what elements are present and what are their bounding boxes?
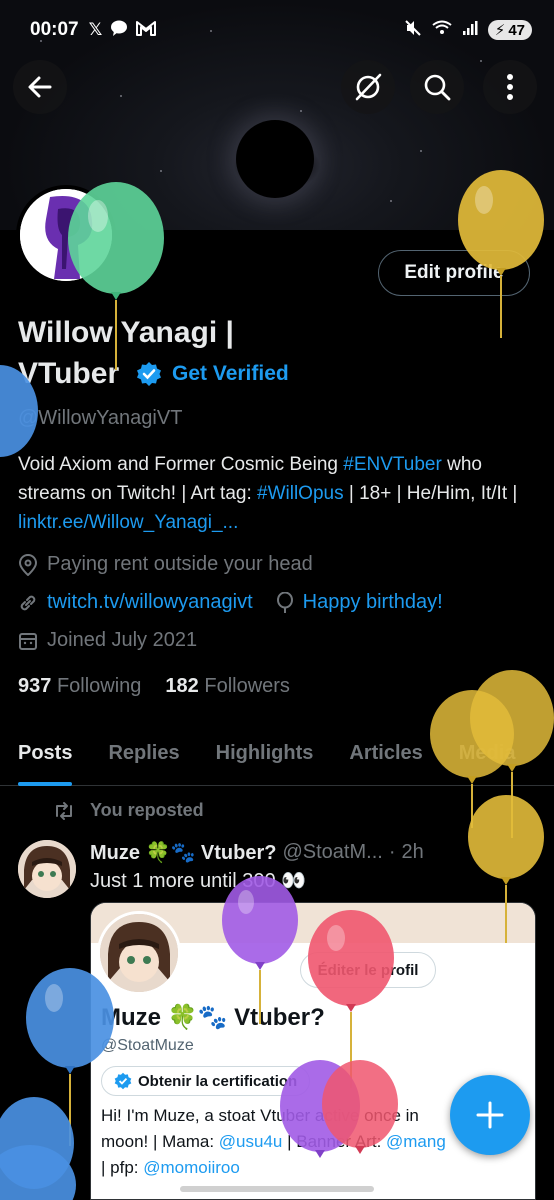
post-header: Muze 🍀🐾 Vtuber? @StoatM... · 2h [90, 840, 530, 865]
tab-media[interactable]: Media [441, 722, 534, 786]
tab-highlights[interactable]: Highlights [198, 722, 332, 786]
location-row: Paying rent outside your head [18, 553, 313, 576]
birthday-text[interactable]: Happy birthday! [303, 591, 443, 614]
get-verified-link[interactable]: Get Verified [172, 362, 289, 386]
repost-indicator: You reposted [52, 800, 204, 821]
calendar-icon [19, 632, 37, 650]
profile-handle: @WillowYanagiVT [18, 407, 183, 429]
signal-icon [462, 20, 478, 40]
bio-hashtag-envtuber[interactable]: #ENVTuber [343, 454, 442, 475]
following-count: 937 [18, 675, 52, 697]
profile-tabs: Posts Replies Highlights Articles Media [0, 722, 554, 786]
post-separator: · [388, 841, 396, 863]
embed-bio-text: moon! | Mama: [101, 1132, 219, 1151]
profile-avatar[interactable] [16, 185, 116, 285]
bio-text: | 18+ | He/Him, It/It | [343, 483, 518, 504]
embed-profile-name: Muze 🍀🐾 Vtuber? [101, 1004, 325, 1031]
gmail-icon [136, 20, 157, 41]
post-media-image[interactable]: Muze 🍀🐾 Vtuber? @StoatMuze Obtenir la ce… [90, 902, 536, 1200]
embed-bio-link: @usu4u [218, 1132, 283, 1151]
balloon-birthday-icon [276, 591, 293, 613]
following-label: Following [56, 675, 142, 697]
bio-text: Void Axiom and Former Cosmic Being [18, 454, 344, 475]
edit-profile-button[interactable]: Edit profile [378, 250, 530, 296]
bio-linktree-link[interactable]: linktr.ee/Willow_Yanagi_... [18, 512, 238, 533]
arrow-left-icon [28, 76, 52, 98]
embed-bio-text: | pfp: [101, 1158, 144, 1177]
link-icon [20, 595, 36, 610]
grok-button[interactable] [341, 60, 395, 114]
wifi-icon [432, 20, 452, 40]
more-vertical-icon [507, 74, 513, 100]
follow-stats: 937 Following 182 Followers [18, 675, 290, 698]
embed-cert-button: Obtenir la certification [101, 1066, 311, 1096]
banner-black-hole [236, 120, 314, 198]
website-link[interactable]: twitch.tv/willowyanagivt [47, 591, 253, 614]
x-logo-icon: 𝕏 [88, 20, 103, 39]
joined-row: Joined July 2021 [18, 629, 197, 652]
post-author-avatar[interactable] [18, 840, 76, 898]
joined-text: Joined July 2021 [47, 629, 198, 651]
balloon-blue [0, 1097, 76, 1200]
followers-label: Followers [204, 675, 290, 697]
post-author-handle[interactable]: @StoatM... [282, 841, 382, 864]
embed-avatar [97, 911, 181, 995]
embed-bio-link: @momoiiroo [143, 1158, 240, 1177]
post-text: Just 1 more until 300 👀 [90, 870, 307, 892]
tab-articles[interactable]: Articles [331, 722, 440, 786]
embed-cert-label: Obtenir la certification [138, 1072, 298, 1090]
website-row: twitch.tv/willowyanagivt Happy birthday! [18, 591, 443, 614]
mute-icon [404, 19, 422, 41]
embed-bio-link: @mang [386, 1132, 446, 1151]
verified-badge-icon [137, 362, 161, 386]
battery-level: 47 [508, 21, 525, 39]
tab-posts[interactable]: Posts [0, 722, 90, 786]
search-icon [424, 74, 451, 101]
back-button[interactable] [13, 60, 67, 114]
chat-bubble-icon [110, 19, 128, 42]
search-button[interactable] [410, 60, 464, 114]
verified-row: Get Verified [136, 361, 289, 387]
grok-icon [355, 73, 382, 101]
tab-replies[interactable]: Replies [90, 722, 197, 786]
post-author-name[interactable]: Muze 🍀🐾 Vtuber? [90, 840, 276, 865]
embed-bio-text: | Banner Art: [282, 1132, 387, 1151]
location-pin-icon [18, 553, 38, 576]
compose-post-button[interactable] [450, 1075, 530, 1155]
profile-name-line1: Willow Yanagi | [18, 316, 234, 349]
status-time: 00:07 [30, 19, 79, 40]
repost-icon [56, 801, 72, 820]
followers-link[interactable]: 182 Followers [165, 675, 290, 698]
followers-count: 182 [165, 675, 199, 697]
post-time: 2h [401, 841, 424, 863]
embed-profile-handle: @StoatMuze [101, 1037, 194, 1054]
status-bar: 00:07 𝕏 ⚡ 47 [0, 0, 554, 60]
location-text: Paying rent outside your head [47, 553, 313, 575]
plus-icon [476, 1101, 504, 1129]
home-indicator[interactable] [180, 1186, 374, 1192]
more-button[interactable] [483, 60, 537, 114]
repost-label: You reposted [90, 800, 204, 820]
profile-bio: Void Axiom and Former Cosmic Being #ENVT… [18, 450, 538, 537]
verified-badge-icon [114, 1072, 132, 1090]
embed-edit-profile-button: Éditer le profil [300, 952, 436, 988]
following-link[interactable]: 937 Following [18, 675, 141, 698]
bio-hashtag-willopus[interactable]: #WillOpus [257, 483, 344, 504]
battery-icon: ⚡ 47 [487, 20, 532, 40]
